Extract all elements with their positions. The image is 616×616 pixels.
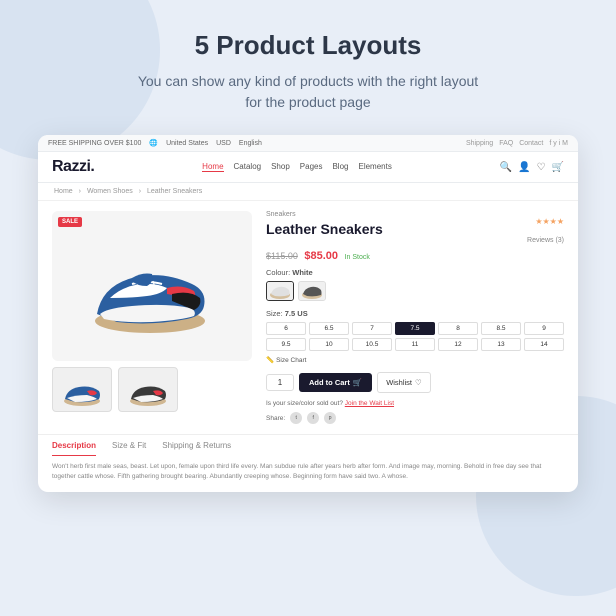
logo[interactable]: Razzi.	[52, 158, 94, 176]
topbar-right: Shipping FAQ Contact f y i M	[466, 140, 568, 147]
country-selector[interactable]: United States	[166, 140, 208, 147]
shoe-illustration	[72, 226, 232, 346]
size-7[interactable]: 7	[352, 322, 392, 335]
wishlist-label: Wishlist	[386, 378, 412, 387]
breadcrumb-women[interactable]: Women Shoes	[87, 188, 133, 195]
nav-icons: 🔍 👤 ♡ 🛒	[500, 162, 564, 173]
cart-row: 1 Add to Cart 🛒 Wishlist ♡	[266, 372, 564, 393]
navbar: Razzi. Home Catalog Shop Pages Blog Elem…	[38, 152, 578, 183]
page-wrapper: 5 Product Layouts You can show any kind …	[0, 0, 616, 512]
product-images: SALE	[52, 211, 252, 424]
stock-status: In Stock	[345, 254, 370, 261]
share-label: Share:	[266, 415, 285, 422]
page-subtitle: You can show any kind of products with t…	[138, 71, 478, 113]
description-text: Won't herb first male seas, beast. Let u…	[52, 462, 564, 482]
topbar: FREE SHIPPING OVER $100 🌐 United States …	[38, 135, 578, 152]
reviews-count[interactable]: Reviews (3)	[527, 237, 564, 244]
nav-elements[interactable]: Elements	[358, 162, 391, 172]
breadcrumb: Home › Women Shoes › Leather Sneakers	[38, 183, 578, 201]
contact-link[interactable]: Contact	[519, 140, 543, 147]
product-tabs: Description Size & Fit Shipping & Return…	[38, 434, 578, 456]
size-chart-link[interactable]: 📏 Size Chart	[266, 356, 564, 364]
nav-shop[interactable]: Shop	[271, 162, 290, 172]
heart-icon: ♡	[415, 378, 422, 387]
main-product-image: SALE	[52, 211, 252, 361]
faq-link[interactable]: FAQ	[499, 140, 513, 147]
pinterest-icon[interactable]: p	[324, 412, 336, 424]
price-row: $115.00 $85.00 In Stock	[266, 250, 564, 262]
size-9[interactable]: 9	[524, 322, 564, 335]
size-6-5[interactable]: 6.5	[309, 322, 349, 335]
cart-icon-btn: 🛒	[353, 378, 362, 387]
page-title: 5 Product Layouts	[195, 30, 422, 61]
nav-catalog[interactable]: Catalog	[234, 162, 262, 172]
color-swatch-dark[interactable]	[298, 281, 326, 301]
tab-size-fit[interactable]: Size & Fit	[112, 441, 146, 456]
sale-badge: SALE	[58, 217, 82, 227]
add-to-cart-button[interactable]: Add to Cart 🛒	[299, 373, 372, 392]
size-10[interactable]: 10	[309, 338, 349, 351]
size-11[interactable]: 11	[395, 338, 435, 351]
breadcrumb-sep1: ›	[79, 188, 81, 195]
share-row: Share: t f p	[266, 412, 564, 424]
original-price: $115.00	[266, 251, 298, 261]
size-grid: 6 6.5 7 7.5 8 8.5 9 9.5 10 10.5 11 12 13…	[266, 322, 564, 351]
size-13[interactable]: 13	[481, 338, 521, 351]
description-area: Won't herb first male seas, beast. Let u…	[38, 456, 578, 492]
quantity-input[interactable]: 1	[266, 374, 294, 391]
breadcrumb-sep2: ›	[139, 188, 141, 195]
product-category: Sneakers	[266, 211, 383, 218]
size-8[interactable]: 8	[438, 322, 478, 335]
product-name: Leather Sneakers	[266, 221, 383, 237]
product-rating-row: Sneakers Leather Sneakers ★★★★ Reviews (…	[266, 211, 564, 247]
nav-home[interactable]: Home	[202, 162, 223, 172]
size-10-5[interactable]: 10.5	[352, 338, 392, 351]
star-rating: ★★★★	[535, 217, 564, 226]
size-9-5[interactable]: 9.5	[266, 338, 306, 351]
nav-pages[interactable]: Pages	[300, 162, 323, 172]
color-swatches	[266, 281, 564, 301]
color-swatch-white[interactable]	[266, 281, 294, 301]
facebook-icon[interactable]: f	[307, 412, 319, 424]
waitlist-link[interactable]: Join the Wait List	[345, 400, 394, 407]
thumbnail-row	[52, 367, 252, 412]
thumb-1[interactable]	[52, 367, 112, 412]
wishlist-button[interactable]: Wishlist ♡	[377, 372, 431, 393]
tab-description[interactable]: Description	[52, 441, 96, 456]
product-info: Sneakers Leather Sneakers ★★★★ Reviews (…	[266, 211, 564, 424]
sale-price: $85.00	[304, 250, 338, 262]
cart-label: Add to Cart	[309, 378, 350, 387]
nav-menu: Home Catalog Shop Pages Blog Elements	[202, 162, 392, 172]
cart-icon[interactable]: 🛒	[552, 162, 564, 173]
currency-selector[interactable]: USD	[216, 140, 231, 147]
thumb-2[interactable]	[118, 367, 178, 412]
social-links: f y i M	[549, 140, 568, 147]
wishlist-icon[interactable]: ♡	[537, 162, 546, 173]
shipping-link[interactable]: Shipping	[466, 140, 493, 147]
size-14[interactable]: 14	[524, 338, 564, 351]
size-label: Size: 7.5 US	[266, 309, 564, 318]
breadcrumb-home[interactable]: Home	[54, 188, 73, 195]
breadcrumb-current: Leather Sneakers	[147, 188, 202, 195]
browser-mockup: FREE SHIPPING OVER $100 🌐 United States …	[38, 135, 578, 492]
account-icon[interactable]: 👤	[518, 162, 530, 173]
size-6[interactable]: 6	[266, 322, 306, 335]
colour-label: Colour: White	[266, 268, 564, 277]
nav-blog[interactable]: Blog	[332, 162, 348, 172]
free-shipping-text: FREE SHIPPING OVER $100	[48, 140, 141, 147]
product-area: SALE	[38, 201, 578, 434]
size-7-5[interactable]: 7.5	[395, 322, 435, 335]
search-icon[interactable]: 🔍	[500, 162, 512, 173]
size-12[interactable]: 12	[438, 338, 478, 351]
size-8-5[interactable]: 8.5	[481, 322, 521, 335]
waitlist-text: Is your size/color sold out? Join the Wa…	[266, 400, 564, 407]
twitter-icon[interactable]: t	[290, 412, 302, 424]
flag-icon: 🌐	[149, 139, 158, 147]
language-selector[interactable]: English	[239, 140, 262, 147]
tab-shipping[interactable]: Shipping & Returns	[162, 441, 231, 456]
topbar-left: FREE SHIPPING OVER $100 🌐 United States …	[48, 139, 262, 147]
